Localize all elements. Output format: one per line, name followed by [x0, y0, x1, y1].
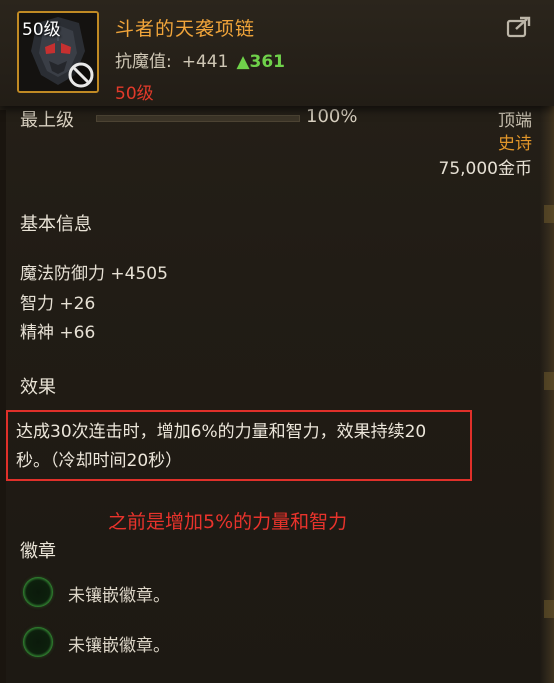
background-glint: [544, 205, 554, 223]
grade-percent: 100%: [306, 106, 358, 127]
increase-arrow-icon: ▲: [236, 52, 250, 72]
background-glint: [544, 600, 554, 618]
stat-intelligence: 智力 +26: [20, 294, 96, 314]
price-label: 75,000金币: [438, 159, 532, 179]
stat-spirit: 精神 +66: [20, 323, 96, 343]
grade-right-text: 顶端: [498, 111, 532, 131]
stat-magic-defense: 魔法防御力 +4505: [20, 264, 168, 284]
effect-description: 达成30次连击时，增加6%的力量和智力，效果持续20 秒。（冷却时间20秒）: [16, 418, 471, 476]
patch-annotation: 之前是增加5%的力量和智力: [108, 511, 348, 533]
rarity-label: 史诗: [498, 134, 532, 154]
magic-resist-increase: 361: [249, 52, 286, 72]
item-tooltip: 最上级 100% 顶端 50级 斗者的天袭项链 抗魔值: +441 ▲361 5…: [0, 0, 554, 683]
grade-row: 最上级 100% 顶端: [0, 102, 554, 132]
item-header: 50级 斗者的天袭项链 抗魔值: +441 ▲361 50级: [0, 0, 554, 106]
ban-icon: [68, 62, 94, 88]
effect-title: 效果: [20, 377, 56, 398]
emblem-title: 徽章: [20, 541, 56, 562]
item-name: 斗者的天袭项链: [115, 18, 256, 40]
magic-resist-value: +441: [181, 52, 229, 72]
emblem-slot-label: 未镶嵌徽章。: [68, 586, 170, 606]
item-icon-frame[interactable]: 50级: [17, 11, 99, 93]
item-level-badge: 50级: [22, 20, 61, 40]
emblem-slot-icon[interactable]: [23, 577, 53, 607]
magic-resist-label: 抗魔值:: [115, 52, 172, 72]
grade-label: 最上级: [20, 110, 74, 131]
background-glint: [544, 372, 554, 390]
emblem-slot-icon[interactable]: [23, 627, 53, 657]
grade-bar: [96, 115, 300, 122]
left-edge: [0, 110, 6, 683]
magic-resist-line: 抗魔值: +441 ▲361: [115, 47, 285, 72]
basic-info-title: 基本信息: [20, 214, 92, 235]
effect-line-1: 达成30次连击时，增加6%的力量和智力，效果持续20: [16, 422, 427, 442]
effect-line-2: 秒。（冷却时间20秒）: [16, 451, 183, 471]
required-level: 50级: [115, 84, 154, 104]
emblem-slot-label: 未镶嵌徽章。: [68, 636, 170, 656]
share-link-icon[interactable]: [506, 15, 532, 39]
